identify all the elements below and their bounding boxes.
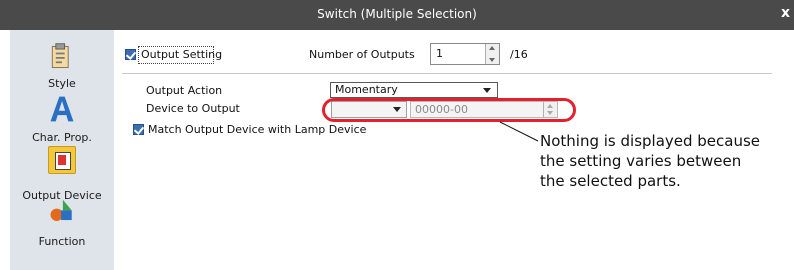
- output-setting-label: Output Setting: [141, 48, 223, 61]
- style-icon: [51, 43, 69, 69]
- output-action-value: Momentary: [335, 83, 398, 96]
- number-of-outputs-spinner[interactable]: [485, 44, 499, 64]
- output-action-label: Output Action: [146, 84, 223, 97]
- annotation-line-3: the selected parts.: [540, 172, 681, 190]
- sidebar-item-label: Function: [38, 235, 86, 248]
- sidebar-item-function[interactable]: Function: [10, 198, 114, 256]
- highlight-callout: [322, 98, 576, 122]
- annotation-line-1: Nothing is displayed because: [540, 132, 761, 150]
- function-icon: [50, 199, 72, 221]
- max-outputs-label: /16: [510, 48, 528, 61]
- close-icon[interactable]: x: [781, 5, 790, 21]
- sidebar: Style Char. Prop. Output Device Function: [10, 30, 115, 270]
- device-to-output-label: Device to Output: [146, 102, 240, 115]
- title-bar: Switch (Multiple Selection) x: [0, 0, 794, 30]
- sidebar-item-output-device[interactable]: Output Device: [10, 146, 114, 204]
- divider: [122, 73, 772, 74]
- annotation-note: Nothing is displayed because the setting…: [540, 131, 760, 191]
- annotation-line-2: the setting varies between: [540, 152, 742, 170]
- chevron-down-icon: [483, 88, 491, 93]
- number-of-outputs-value: 1: [436, 47, 443, 60]
- window-title: Switch (Multiple Selection): [317, 7, 477, 21]
- match-lamp-checkbox[interactable]: [133, 124, 144, 135]
- match-lamp-label: Match Output Device with Lamp Device: [148, 123, 367, 136]
- sidebar-item-label: Style: [48, 77, 76, 90]
- number-of-outputs-label: Number of Outputs: [309, 48, 415, 61]
- output-setting-checkbox[interactable]: [125, 49, 136, 60]
- sidebar-item-label: Char. Prop.: [32, 131, 92, 144]
- letter-a-icon: [50, 96, 74, 122]
- sidebar-item-style[interactable]: Style: [10, 40, 114, 98]
- number-of-outputs-input[interactable]: 1: [430, 43, 500, 65]
- sidebar-item-char-prop[interactable]: Char. Prop.: [10, 92, 114, 150]
- output-action-dropdown[interactable]: Momentary: [330, 82, 498, 98]
- output-device-icon: [48, 146, 76, 174]
